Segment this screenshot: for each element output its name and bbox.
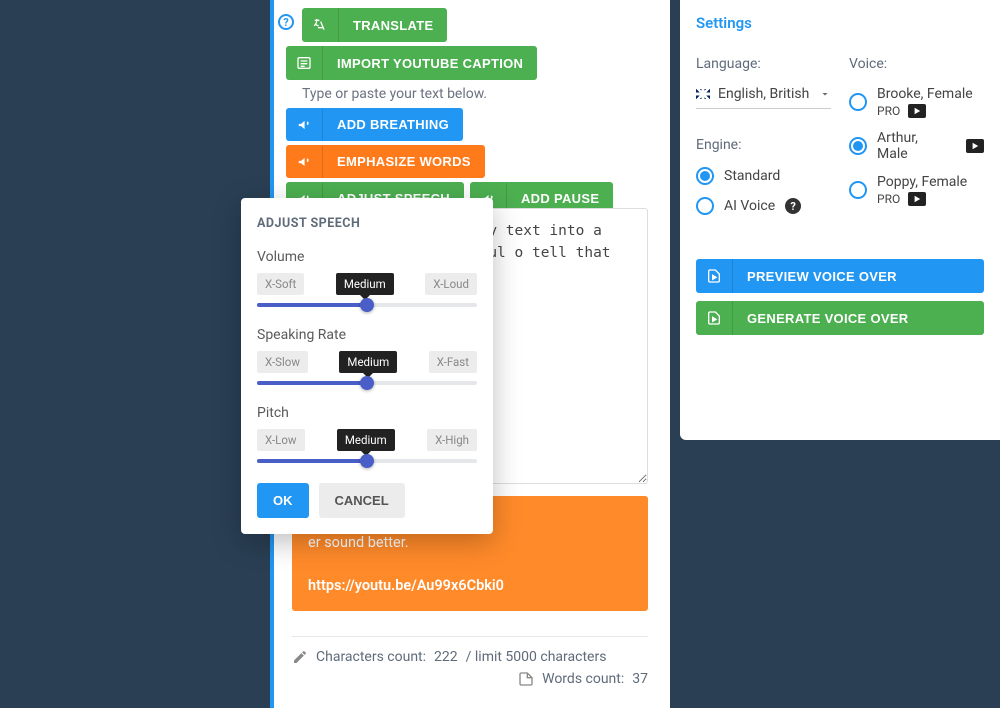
radio-icon — [849, 137, 867, 155]
emphasize-button[interactable]: EMPHASIZE WORDS — [286, 145, 485, 178]
play-icon[interactable] — [908, 192, 926, 206]
language-dropdown[interactable]: English, British — [696, 86, 831, 109]
preview-label: PREVIEW VOICE OVER — [733, 260, 911, 293]
volume-slider[interactable] — [257, 303, 477, 307]
file-play-icon — [696, 259, 733, 293]
import-caption-label: IMPORT YOUTUBE CAPTION — [323, 47, 537, 80]
chars-suffix: / limit 5000 characters — [466, 649, 607, 665]
voice-option-poppy[interactable]: Poppy, Female PRO — [849, 174, 984, 206]
marker-mid: Medium — [337, 429, 395, 451]
ok-button[interactable]: OK — [257, 483, 309, 518]
translate-icon — [302, 8, 339, 42]
import-caption-button[interactable]: IMPORT YOUTUBE CAPTION — [286, 46, 537, 80]
rate-slider-group: Speaking Rate X-Slow Medium X-Fast — [257, 327, 477, 385]
megaphone-icon — [286, 109, 323, 141]
radio-icon — [849, 181, 867, 199]
settings-title: Settings — [696, 14, 984, 32]
marker-mid: Medium — [336, 273, 394, 295]
language-value: English, British — [718, 86, 809, 102]
cancel-button[interactable]: CANCEL — [319, 483, 405, 518]
add-breathing-label: ADD BREATHING — [323, 108, 463, 141]
marker-high: X-High — [427, 429, 477, 451]
help-icon[interactable]: ? — [785, 198, 801, 214]
pitch-label: Pitch — [257, 405, 477, 421]
radio-icon — [696, 167, 714, 185]
volume-slider-group: Volume X-Soft Medium X-Loud — [257, 249, 477, 307]
marker-low: X-Soft — [257, 273, 304, 295]
emphasize-label: EMPHASIZE WORDS — [323, 145, 485, 178]
tip-link[interactable]: https://youtu.be/Au99x6Cbki0 — [308, 575, 632, 597]
play-icon[interactable] — [908, 104, 926, 118]
generate-button[interactable]: GENERATE VOICE OVER — [696, 301, 984, 335]
chars-label: Characters count: — [316, 649, 426, 665]
marker-mid: Medium — [339, 351, 397, 373]
marker-high: X-Fast — [429, 351, 477, 373]
import-icon — [286, 46, 323, 80]
marker-low: X-Slow — [257, 351, 308, 373]
settings-panel: Settings Language: English, British Engi… — [680, 0, 1000, 440]
words-label: Words count: — [542, 671, 624, 687]
marker-high: X-Loud — [425, 273, 477, 295]
words-value: 37 — [632, 671, 648, 687]
radio-icon — [849, 93, 867, 111]
voice-label: Voice: — [849, 56, 984, 72]
modal-title: ADJUST SPEECH — [257, 216, 477, 231]
pencil-icon — [292, 649, 308, 665]
translate-button[interactable]: TRANSLATE — [302, 8, 447, 42]
note-icon — [518, 671, 534, 687]
rate-label: Speaking Rate — [257, 327, 477, 343]
chevron-down-icon — [819, 88, 831, 100]
pitch-slider[interactable] — [257, 459, 477, 463]
translate-label: TRANSLATE — [339, 9, 447, 42]
voice-option-brooke[interactable]: Brooke, Female PRO — [849, 86, 984, 118]
hint-text: Type or paste your text below. — [302, 86, 670, 102]
play-icon[interactable] — [966, 139, 984, 153]
engine-option-ai[interactable]: AI Voice ? — [696, 197, 831, 215]
file-play-icon — [696, 301, 733, 335]
marker-low: X-Low — [257, 429, 305, 451]
volume-label: Volume — [257, 249, 477, 265]
footer: Characters count: 222 / limit 5000 chara… — [292, 636, 648, 693]
rate-slider[interactable] — [257, 381, 477, 385]
chars-value: 222 — [434, 649, 458, 665]
help-icon[interactable]: ? — [278, 14, 294, 30]
engine-option-standard[interactable]: Standard — [696, 167, 831, 185]
generate-label: GENERATE VOICE OVER — [733, 302, 922, 335]
pitch-slider-group: Pitch X-Low Medium X-High — [257, 405, 477, 463]
language-label: Language: — [696, 56, 831, 72]
engine-label: Engine: — [696, 137, 831, 153]
tip-line2: er sound better. — [308, 532, 632, 554]
megaphone-icon — [286, 146, 323, 178]
voice-option-arthur[interactable]: Arthur, Male — [849, 130, 984, 162]
uk-flag-icon — [696, 89, 710, 99]
preview-button[interactable]: PREVIEW VOICE OVER — [696, 259, 984, 293]
adjust-speech-modal: ADJUST SPEECH Volume X-Soft Medium X-Lou… — [241, 198, 493, 534]
add-breathing-button[interactable]: ADD BREATHING — [286, 108, 463, 141]
radio-icon — [696, 197, 714, 215]
